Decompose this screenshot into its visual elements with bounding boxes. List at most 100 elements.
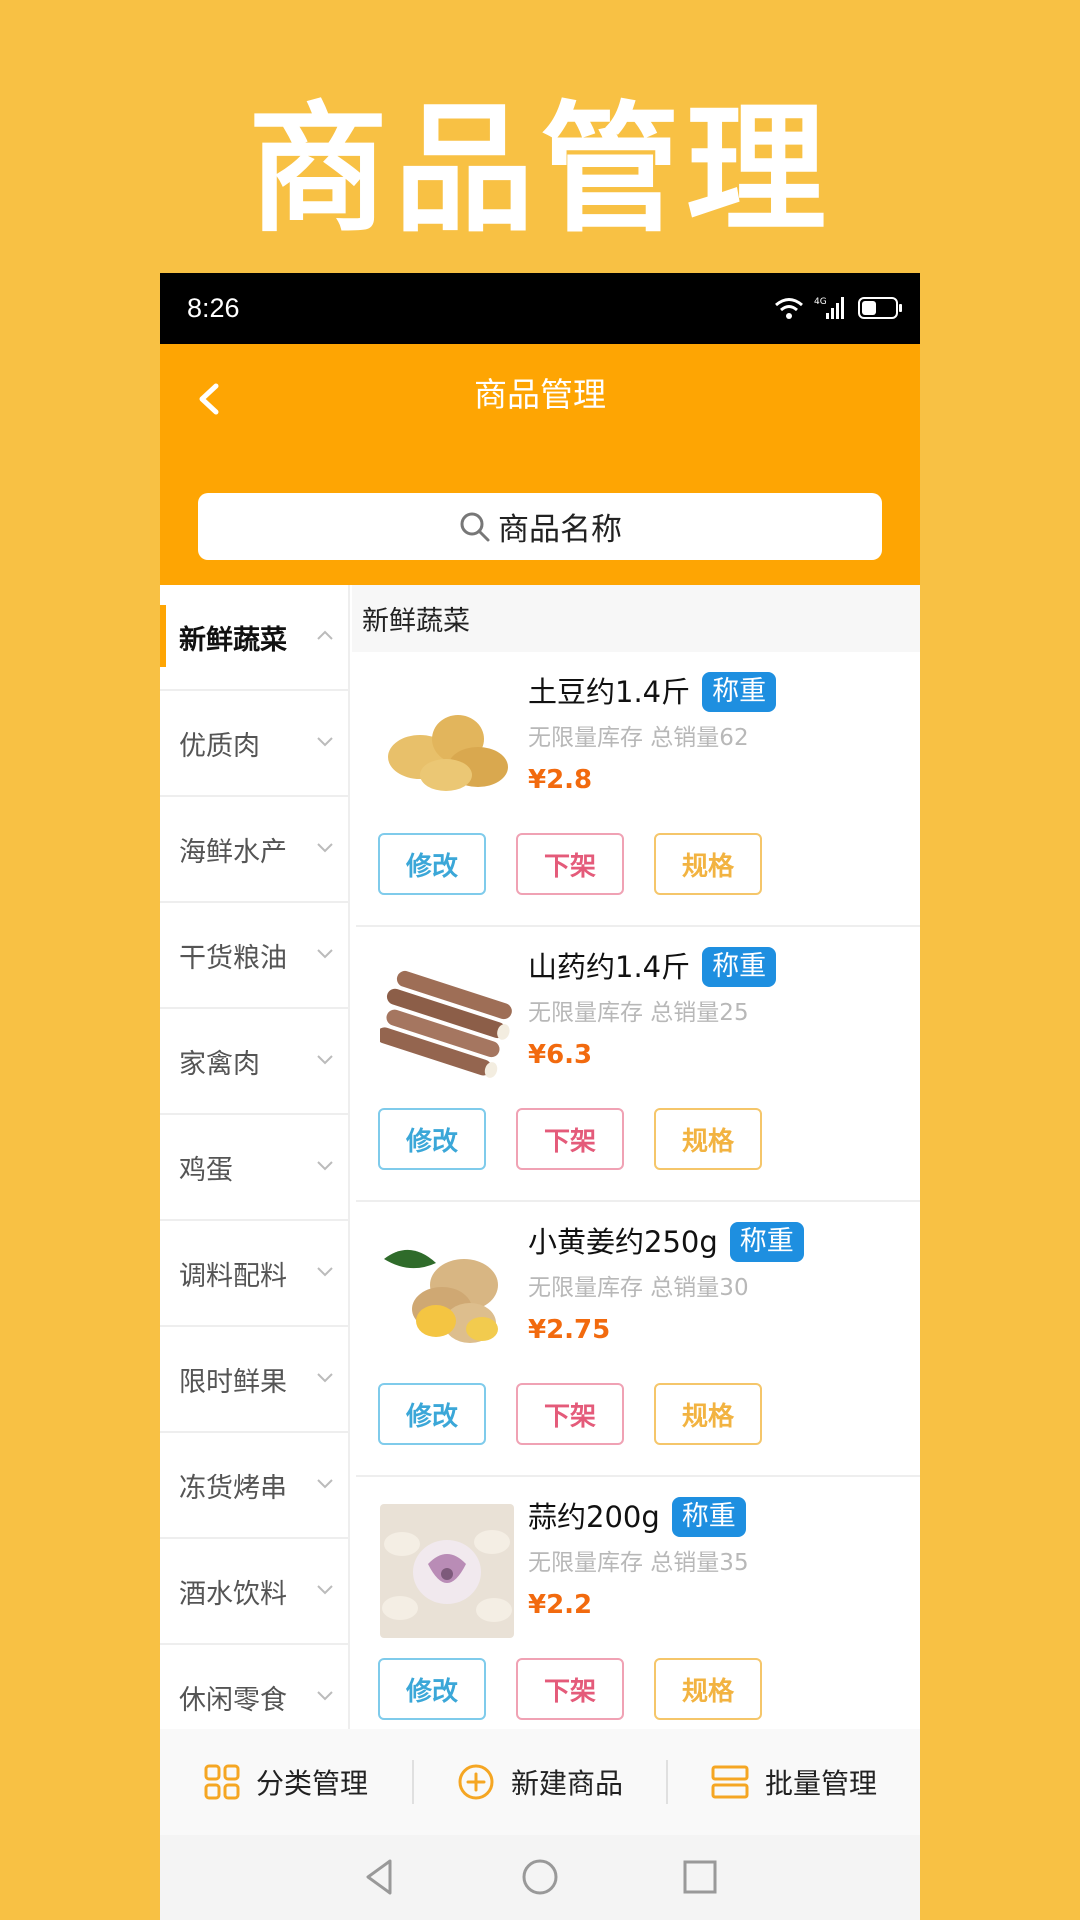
product-item: 山药约1.4斤 称重 无限量库存 总销量25 ¥6.3 修改 下架 规格 [356,927,920,1202]
new-product-button[interactable]: 新建商品 [414,1762,666,1802]
category-item[interactable]: 调料配料 [160,1221,348,1327]
edit-button[interactable]: 修改 [378,833,486,895]
bottom-action-label: 批量管理 [764,1767,877,1800]
search-input[interactable]: 商品名称 [198,493,882,560]
category-label: 家禽肉 [179,1048,260,1080]
product-image-yam [380,954,514,1088]
network-type-label: 4G [814,297,827,307]
category-item[interactable]: 休闲零食 [160,1645,348,1729]
chevron-down-icon [317,843,333,853]
nav-home-icon[interactable] [518,1855,562,1899]
system-nav-bar [160,1835,920,1920]
section-title: 新鲜蔬菜 [352,585,920,652]
nav-recents-icon[interactable] [678,1855,722,1899]
edit-button[interactable]: 修改 [378,1108,486,1170]
chevron-down-icon [317,1585,333,1595]
bottom-action-label: 新建商品 [510,1767,623,1800]
product-price: ¥2.75 [528,1315,611,1345]
category-label: 酒水饮料 [179,1578,287,1610]
product-meta: 无限量库存 总销量35 [528,1550,749,1576]
weight-tag: 称重 [702,947,777,987]
spec-button[interactable]: 规格 [654,833,762,895]
product-price: ¥2.8 [528,765,593,795]
product-image-garlic [380,1504,514,1638]
product-image-ginger [380,1229,514,1363]
category-label: 新鲜蔬菜 [179,624,287,656]
product-image-potato [380,679,514,813]
category-item[interactable]: 优质肉 [160,691,348,797]
weight-tag: 称重 [702,672,777,712]
batch-manage-button[interactable]: 批量管理 [668,1762,920,1802]
bottom-action-label: 分类管理 [255,1767,368,1800]
category-item[interactable]: 家禽肉 [160,1009,348,1115]
category-label: 调料配料 [179,1260,287,1292]
category-label: 干货粮油 [179,942,287,974]
product-name: 山药约1.4斤 [528,950,691,984]
off-shelf-button[interactable]: 下架 [516,1108,624,1170]
off-shelf-button[interactable]: 下架 [516,1658,624,1720]
product-meta: 无限量库存 总销量62 [528,725,749,751]
status-icons: 4G [774,293,904,323]
chevron-down-icon [317,1267,333,1277]
product-name: 土豆约1.4斤 [528,675,691,709]
product-item: 土豆约1.4斤 称重 无限量库存 总销量62 ¥2.8 修改 下架 规格 [356,652,920,927]
category-item[interactable]: 新鲜蔬菜 [160,585,348,691]
category-item[interactable]: 海鲜水产 [160,797,348,903]
product-name: 蒜约200g [528,1500,660,1534]
category-label: 限时鲜果 [179,1366,287,1398]
status-bar: 8:26 4G [160,273,920,344]
category-item[interactable]: 冻货烤串 [160,1433,348,1539]
edit-button[interactable]: 修改 [378,1383,486,1445]
nav-back-icon[interactable] [358,1855,402,1899]
product-price: ¥2.2 [528,1590,593,1620]
product-meta: 无限量库存 总销量30 [528,1275,749,1301]
category-label: 休闲零食 [179,1684,287,1716]
signal-icon: 4G [814,297,844,319]
search-placeholder: 商品名称 [498,512,622,548]
chevron-down-icon [317,1055,333,1065]
category-sidebar: 新鲜蔬菜 优质肉 海鲜水产 干货粮油 家禽肉 鸡蛋 调料配料 限时鲜果 冻货烤串… [160,585,350,1729]
chevron-down-icon [317,1161,333,1171]
category-item[interactable]: 干货粮油 [160,903,348,1009]
product-price: ¥6.3 [528,1040,593,1070]
chevron-down-icon [317,737,333,747]
off-shelf-button[interactable]: 下架 [516,833,624,895]
chevron-down-icon [317,1691,333,1701]
page-title: 商品管理 [474,375,606,414]
spec-button[interactable]: 规格 [654,1108,762,1170]
off-shelf-button[interactable]: 下架 [516,1383,624,1445]
chevron-down-icon [317,1479,333,1489]
app-header: 商品管理 商品名称 [160,344,920,585]
search-icon [460,512,490,541]
category-manage-button[interactable]: 分类管理 [160,1762,412,1802]
product-meta: 无限量库存 总销量25 [528,1000,749,1026]
product-list: 新鲜蔬菜 土豆约1.4斤 称重 无限量库存 总销量62 ¥2.8 修改 下架 规… [352,585,920,1729]
status-time: 8:26 [187,293,240,323]
product-name: 小黄姜约250g [528,1225,718,1259]
grid-icon [204,1764,240,1800]
product-item: 蒜约200g 称重 无限量库存 总销量35 ¥2.2 修改 下架 规格 [356,1477,920,1729]
product-item: 小黄姜约250g 称重 无限量库存 总销量30 ¥2.75 修改 下架 规格 [356,1202,920,1477]
category-item[interactable]: 限时鲜果 [160,1327,348,1433]
edit-button[interactable]: 修改 [378,1658,486,1720]
weight-tag: 称重 [671,1497,746,1537]
chevron-down-icon [317,949,333,959]
phone-screen: 8:26 4G 商品管理 商品名称 新鲜蔬菜 优质肉 海鲜水产 干货粮油 家禽肉… [160,273,920,1920]
category-label: 海鲜水产 [179,836,287,868]
spec-button[interactable]: 规格 [654,1658,762,1720]
category-label: 优质肉 [179,730,260,762]
plus-circle-icon [458,1764,494,1800]
promo-title: 商品管理 [247,88,832,252]
list-icon [711,1765,749,1799]
category-label: 鸡蛋 [179,1154,233,1186]
spec-button[interactable]: 规格 [654,1383,762,1445]
battery-icon [858,297,902,319]
category-item[interactable]: 酒水饮料 [160,1539,348,1645]
category-label: 冻货烤串 [179,1472,287,1504]
bottom-action-bar: 分类管理 新建商品 批量管理 [160,1729,920,1835]
wifi-icon [775,298,803,319]
chevron-down-icon [317,1373,333,1383]
category-item[interactable]: 鸡蛋 [160,1115,348,1221]
weight-tag: 称重 [729,1222,804,1262]
chevron-up-icon [317,630,333,640]
